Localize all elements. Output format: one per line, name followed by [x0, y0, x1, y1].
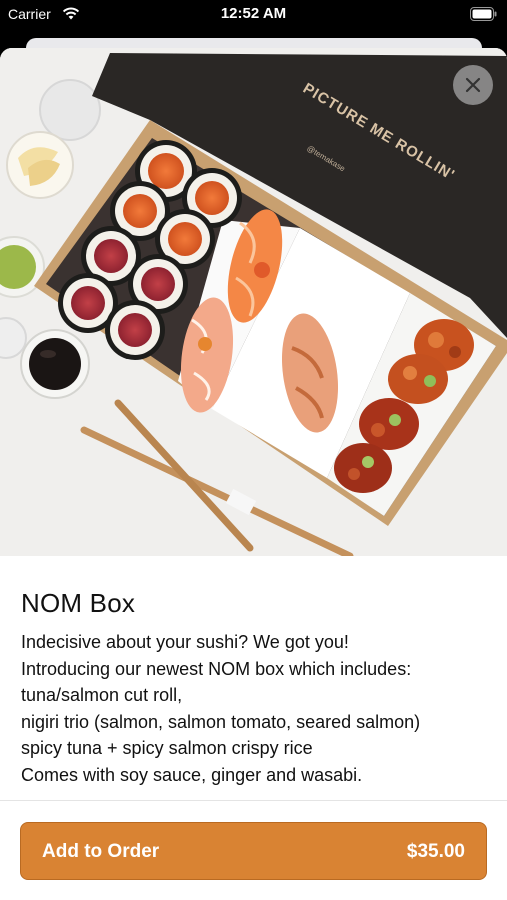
divider — [0, 800, 507, 801]
add-to-order-button[interactable]: Add to Order $35.00 — [20, 822, 487, 880]
close-button[interactable] — [453, 65, 493, 105]
item-price: $35.00 — [406, 841, 465, 862]
status-bar: Carrier 12:52 AM — [0, 0, 507, 34]
description-line: spicy tuna + spicy salmon crispy rice — [21, 738, 313, 759]
item-photo: PICTURE ME ROLLIN' @temakase — [0, 48, 507, 556]
item-description: Indecisive about your sushi? We got you!… — [21, 629, 491, 789]
battery-icon — [470, 7, 497, 21]
description-line: Introducing our newest NOM box which inc… — [21, 658, 412, 679]
item-info: NOM Box Indecisive about your sushi? We … — [21, 588, 491, 789]
status-time: 12:52 AM — [220, 5, 287, 22]
item-title: NOM Box — [21, 588, 136, 618]
description-line: tuna/salmon cut roll, — [21, 685, 183, 706]
description-line: Comes with soy sauce, ginger and wasabi. — [21, 764, 363, 785]
item-detail-sheet: PICTURE ME ROLLIN' @temakase NOM Box Ind… — [0, 48, 507, 900]
close-icon — [465, 77, 481, 93]
add-to-order-label: Add to Order — [42, 841, 160, 862]
description-line: nigiri trio (salmon, salmon tomato, sear… — [21, 711, 421, 732]
description-line: Indecisive about your sushi? We got you! — [21, 632, 349, 652]
